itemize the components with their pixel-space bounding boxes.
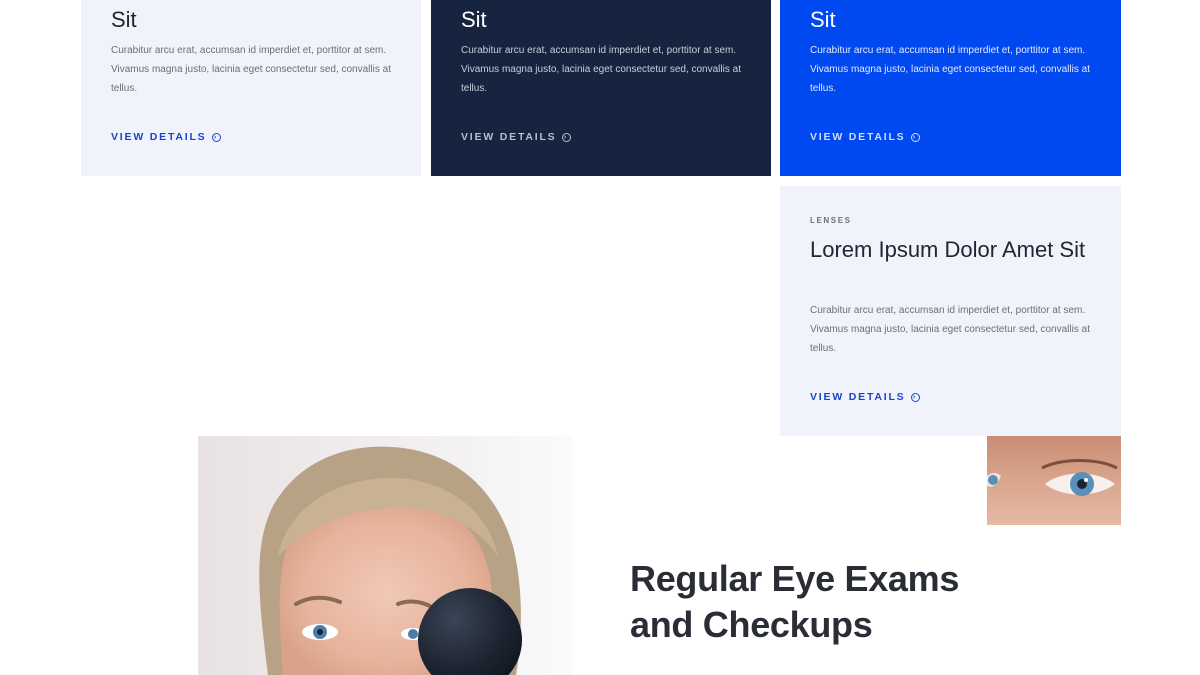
card-category-tag: LENSES bbox=[810, 216, 852, 225]
service-card-3: Sit Curabitur arcu erat, accumsan id imp… bbox=[780, 0, 1121, 176]
chevron-right-circle-icon: › bbox=[910, 132, 920, 142]
view-details-link[interactable]: VIEW DETAILS › bbox=[810, 131, 920, 143]
card-description: Curabitur arcu erat, accumsan id imperdi… bbox=[810, 305, 1090, 354]
card-title: Sit bbox=[810, 7, 836, 32]
view-details-label: VIEW DETAILS bbox=[111, 131, 207, 143]
view-details-link[interactable]: VIEW DETAILS › bbox=[810, 391, 920, 403]
card-title: Lorem Ipsum Dolor Amet Sit bbox=[810, 237, 1086, 262]
chevron-right-circle-icon: › bbox=[910, 392, 920, 402]
card-title: Sit bbox=[111, 7, 137, 32]
chevron-right-circle-icon: › bbox=[211, 132, 221, 142]
view-details-label: VIEW DETAILS bbox=[810, 131, 906, 143]
view-details-label: VIEW DETAILS bbox=[461, 131, 557, 143]
section-heading: Regular Eye Exams and Checkups bbox=[630, 558, 960, 645]
eye-closeup-photo bbox=[987, 436, 1121, 525]
service-card-1: Sit Curabitur arcu erat, accumsan id imp… bbox=[81, 0, 421, 176]
view-details-label: VIEW DETAILS bbox=[810, 391, 906, 403]
card-title: Sit bbox=[461, 7, 487, 32]
view-details-link[interactable]: VIEW DETAILS › bbox=[461, 131, 571, 143]
view-details-link[interactable]: VIEW DETAILS › bbox=[111, 131, 221, 143]
card-description: Curabitur arcu erat, accumsan id imperdi… bbox=[461, 45, 741, 94]
eye-exam-photo bbox=[198, 436, 572, 675]
card-description: Curabitur arcu erat, accumsan id imperdi… bbox=[810, 45, 1090, 94]
service-card-2: Sit Curabitur arcu erat, accumsan id imp… bbox=[431, 0, 771, 176]
service-card-lenses: LENSES Lorem Ipsum Dolor Amet Sit Curabi… bbox=[780, 186, 1121, 436]
card-description: Curabitur arcu erat, accumsan id imperdi… bbox=[111, 45, 391, 94]
chevron-right-circle-icon: › bbox=[561, 132, 571, 142]
